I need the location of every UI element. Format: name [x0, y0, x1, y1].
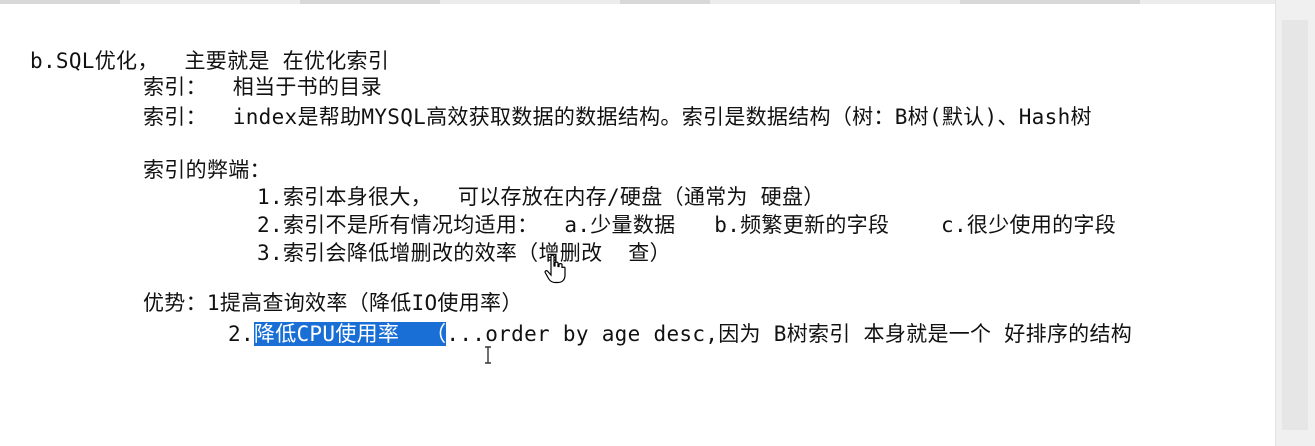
selected-text[interactable]: 降低CPU使用率 （	[253, 322, 447, 346]
screen: b.SQL优化， 主要就是 在优化索引 索引： 相当于书的目录 索引： inde…	[0, 0, 1315, 446]
text-editor-area[interactable]: b.SQL优化， 主要就是 在优化索引 索引： 相当于书的目录 索引： inde…	[0, 0, 1276, 446]
line-advantages-2: 2.降低CPU使用率 （...order by age desc,因为 B树索引…	[228, 321, 1132, 347]
hand-pointer-cursor-icon	[544, 254, 566, 284]
line-drawback-1: 1.索引本身很大， 可以存放在内存/硬盘（通常为 硬盘）	[257, 185, 825, 209]
line-index-description: 索引： index是帮助MYSQL高效获取数据的数据结构。索引是数据结构（树：B…	[143, 105, 1092, 129]
line-drawback-3: 3.索引会降低增删改的效率（增删改 查）	[257, 241, 671, 265]
vertical-scrollbar[interactable]	[1275, 0, 1315, 446]
advantage-2-rest: ...order by age desc,因为 B树索引 本身就是一个 好排序的…	[446, 322, 1133, 346]
line-advantages-1: 优势：1提高查询效率（降低IO使用率）	[143, 291, 523, 315]
line-sql-optimization: b.SQL优化， 主要就是 在优化索引	[30, 49, 390, 73]
scrollbar-thumb[interactable]	[1282, 20, 1308, 430]
line-drawback-2: 2.索引不是所有情况均适用： a.少量数据 b.频繁更新的字段 c.很少使用的字…	[257, 213, 1117, 237]
line-index-drawbacks-heading: 索引的弊端：	[143, 158, 271, 182]
line-index-definition: 索引： 相当于书的目录	[143, 75, 382, 99]
advantage-2-number: 2.	[228, 322, 254, 346]
text-ibeam-cursor-icon	[485, 346, 491, 364]
